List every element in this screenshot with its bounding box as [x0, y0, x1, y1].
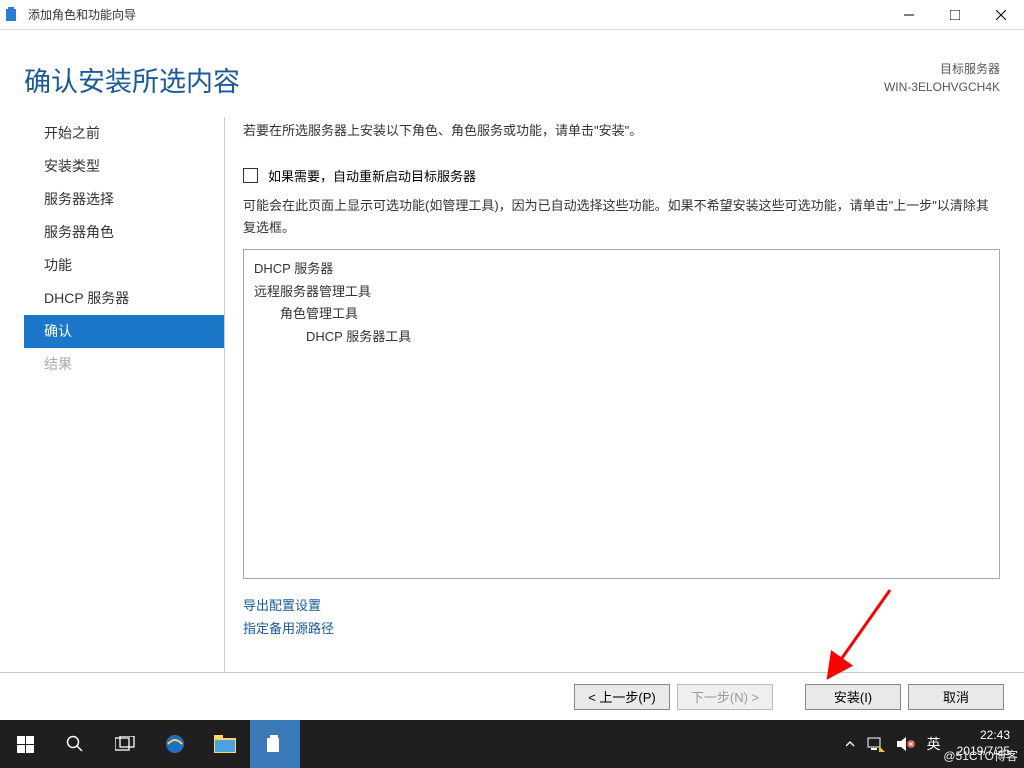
server-manager-icon[interactable]: [250, 720, 300, 768]
task-view-button[interactable]: [100, 720, 150, 768]
auto-restart-checkbox[interactable]: [243, 168, 258, 183]
nav-server-roles[interactable]: 服务器角色: [24, 216, 224, 249]
taskbar: 英 22:43 2019/7/25 @51CTO博客: [0, 720, 1024, 768]
nav-server-selection[interactable]: 服务器选择: [24, 183, 224, 216]
next-button: 下一步(N) >: [677, 684, 773, 710]
explorer-icon[interactable]: [200, 720, 250, 768]
export-config-link[interactable]: 导出配置设置: [243, 593, 1000, 616]
tray-time: 22:43: [957, 728, 1010, 744]
tray-chevron-up-icon[interactable]: [839, 720, 861, 768]
nav-before-begin[interactable]: 开始之前: [24, 117, 224, 150]
auto-restart-label: 如果需要，自动重新启动目标服务器: [268, 166, 476, 185]
feature-item: DHCP 服务器工具: [254, 326, 989, 349]
main-area: 开始之前 安装类型 服务器选择 服务器角色 功能 DHCP 服务器 确认 结果 …: [0, 117, 1024, 672]
start-button[interactable]: [0, 720, 50, 768]
feature-item: 远程服务器管理工具: [254, 281, 989, 304]
watermark: @51CTO博客: [943, 747, 1018, 764]
intro-text: 若要在所选服务器上安装以下角色、角色服务或功能，请单击"安装"。: [243, 121, 1000, 142]
feature-item: DHCP 服务器: [254, 258, 989, 281]
feature-item: 角色管理工具: [254, 303, 989, 326]
optional-note: 可能会在此页面上显示可选功能(如管理工具)，因为已自动选择这些功能。如果不希望安…: [243, 195, 1000, 239]
search-button[interactable]: [50, 720, 100, 768]
nav-install-type[interactable]: 安装类型: [24, 150, 224, 183]
page-title: 确认安装所选内容: [24, 60, 240, 99]
auto-restart-row: 如果需要，自动重新启动目标服务器: [243, 166, 1000, 185]
nav-dhcp-server[interactable]: DHCP 服务器: [24, 282, 224, 315]
target-label: 目标服务器: [884, 60, 1000, 78]
title-bar: 添加角色和功能向导: [0, 0, 1024, 30]
nav-confirmation[interactable]: 确认: [24, 315, 224, 348]
window-title: 添加角色和功能向导: [28, 6, 886, 23]
install-button[interactable]: 安装(I): [805, 684, 901, 710]
selected-features-box[interactable]: DHCP 服务器 远程服务器管理工具 角色管理工具 DHCP 服务器工具: [243, 249, 1000, 579]
close-button[interactable]: [978, 0, 1024, 29]
wizard-content: 确认安装所选内容 目标服务器 WIN-3ELOHVGCH4K 开始之前 安装类型…: [0, 30, 1024, 720]
maximize-button[interactable]: [932, 0, 978, 29]
nav-features[interactable]: 功能: [24, 249, 224, 282]
app-icon: [6, 7, 22, 23]
tray-volume-icon[interactable]: [891, 720, 921, 768]
detail-panel: 若要在所选服务器上安装以下角色、角色服务或功能，请单击"安装"。 如果需要，自动…: [224, 117, 1000, 672]
target-name: WIN-3ELOHVGCH4K: [884, 78, 1000, 96]
wizard-nav: 开始之前 安装类型 服务器选择 服务器角色 功能 DHCP 服务器 确认 结果: [24, 117, 224, 672]
alt-source-link[interactable]: 指定备用源路径: [243, 616, 1000, 639]
tray-network-icon[interactable]: [861, 720, 891, 768]
wizard-button-bar: < 上一步(P) 下一步(N) > 安装(I) 取消: [0, 672, 1024, 720]
header-row: 确认安装所选内容 目标服务器 WIN-3ELOHVGCH4K: [0, 30, 1024, 117]
window-controls: [886, 0, 1024, 29]
minimize-button[interactable]: [886, 0, 932, 29]
target-server-info: 目标服务器 WIN-3ELOHVGCH4K: [884, 60, 1000, 96]
nav-results: 结果: [24, 348, 224, 381]
ie-icon[interactable]: [150, 720, 200, 768]
previous-button[interactable]: < 上一步(P): [574, 684, 670, 710]
links-area: 导出配置设置 指定备用源路径: [243, 593, 1000, 639]
cancel-button[interactable]: 取消: [908, 684, 1004, 710]
